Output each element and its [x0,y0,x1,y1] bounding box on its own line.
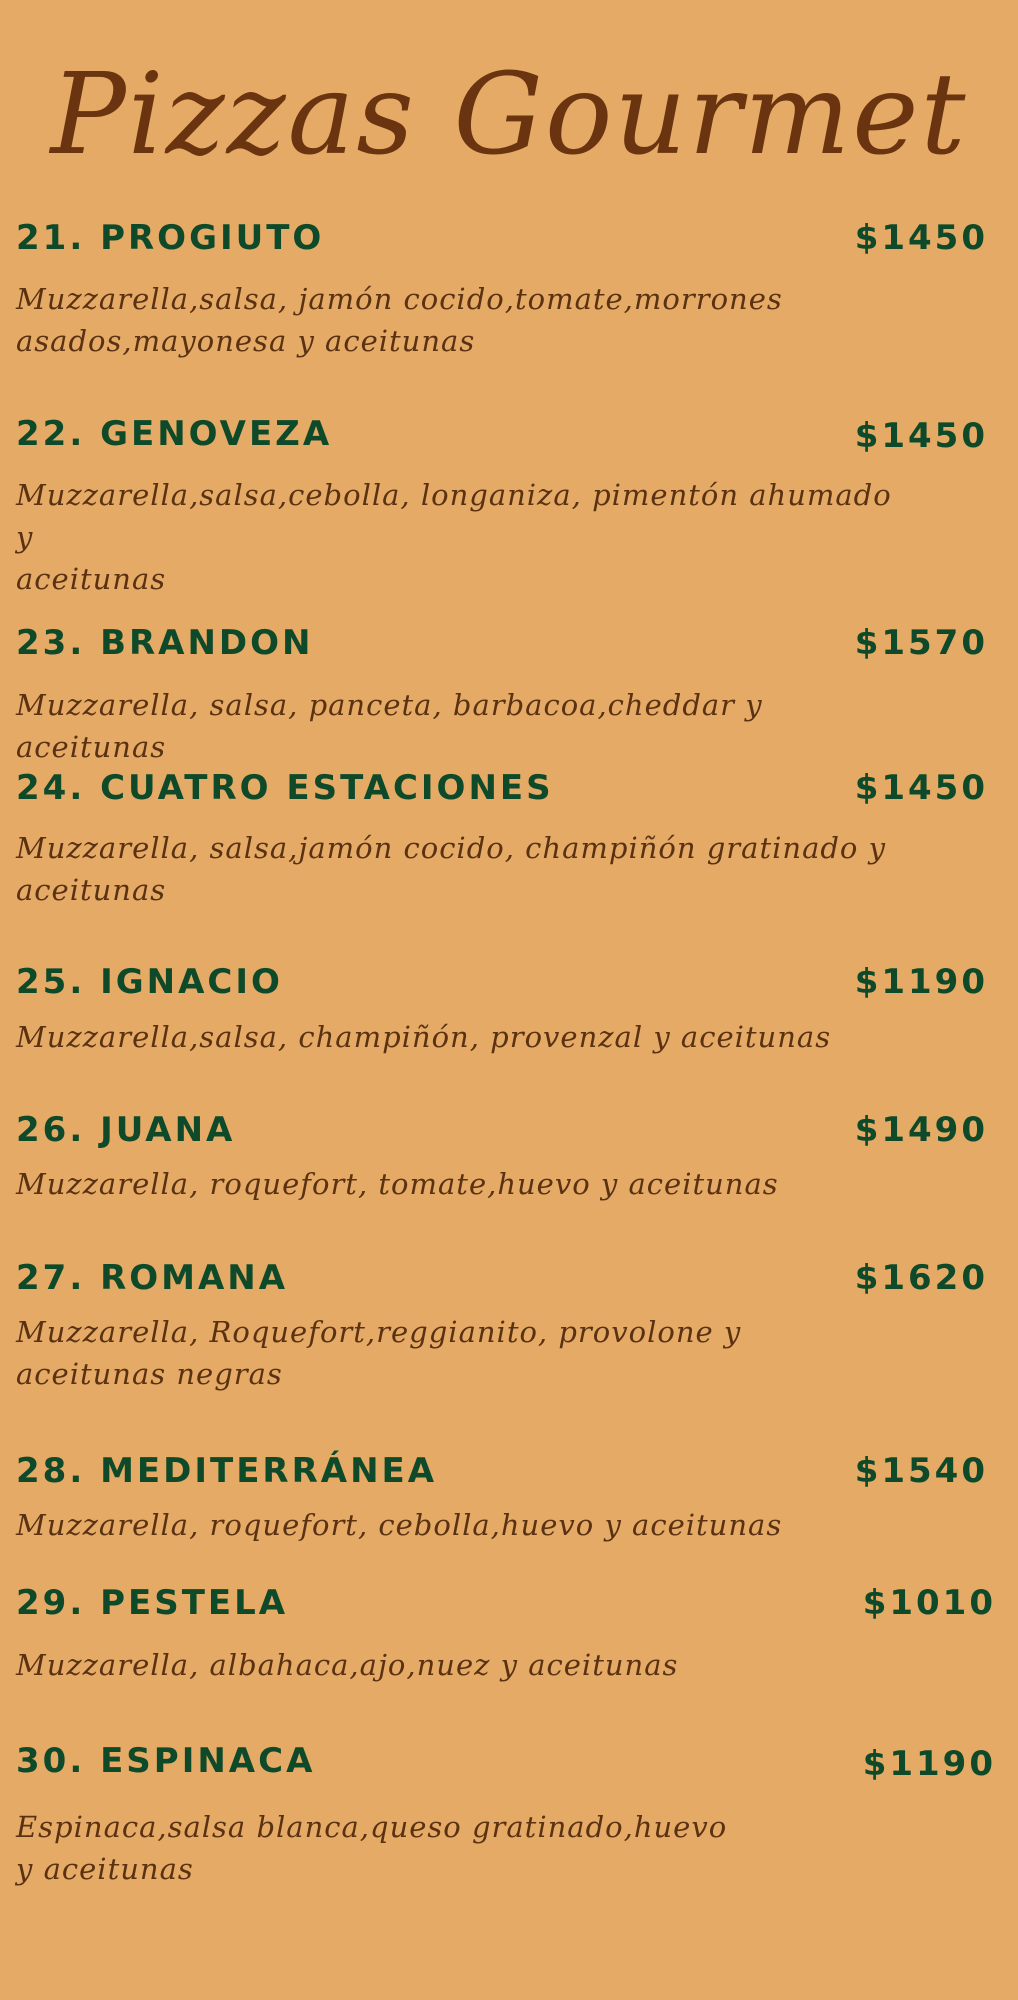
menu-item-description: Muzzarella, roquefort, tomate,huevo y ac… [16,1167,779,1201]
menu-item-description: Muzzarella,salsa,cebolla, longaniza, pim… [16,478,892,596]
menu-item-price: $1450 [854,768,988,808]
menu-item-description: Muzzarella, salsa,jamón cocido, champiñó… [16,831,886,907]
menu-item-price: $1450 [854,218,988,258]
menu-item-name: 27. ROMANA [16,1258,289,1298]
menu-item-price: $1620 [854,1258,988,1298]
menu-item-description: Muzzarella, Roquefort,reggianito, provol… [16,1315,742,1391]
menu-item-description: Muzzarella,salsa, champiñón, provenzal y… [16,1020,832,1054]
menu-item-description: Muzzarella, albahaca,ajo,nuez y aceituna… [16,1648,679,1682]
menu-item-description: Muzzarella,salsa, jamón cocido,tomate,mo… [16,282,783,358]
menu-item-description: Muzzarella, salsa, panceta, barbacoa,che… [16,688,763,764]
menu-item-price: $1450 [854,416,988,456]
menu-title: Pizzas Gourmet [50,50,968,180]
menu-item-price: $1570 [854,623,988,663]
menu-item-name: 21. PROGIUTO [16,218,325,258]
menu-item-price: $1010 [862,1583,996,1623]
menu-item-price: $1190 [862,1744,996,1784]
menu-item-name: 24. CUATRO ESTACIONES [16,768,554,808]
menu-item-description: Espinaca,salsa blanca,queso gratinado,hu… [16,1810,728,1886]
menu-item-name: 22. GENOVEZA [16,414,333,454]
menu-item-name: 29. PESTELA [16,1583,289,1623]
menu-item-price: $1490 [854,1110,988,1150]
menu-item-name: 23. BRANDON [16,623,314,663]
menu-item-name: 26. JUANA [16,1110,236,1150]
menu-item-price: $1190 [854,962,988,1002]
menu-item-name: 28. MEDITERRÁNEA [16,1451,438,1491]
menu-item-price: $1540 [854,1451,988,1491]
menu-item-name: 30. ESPINACA [16,1741,316,1781]
menu-item-description: Muzzarella, roquefort, cebolla,huevo y a… [16,1508,783,1542]
menu-item-name: 25. IGNACIO [16,962,283,1002]
